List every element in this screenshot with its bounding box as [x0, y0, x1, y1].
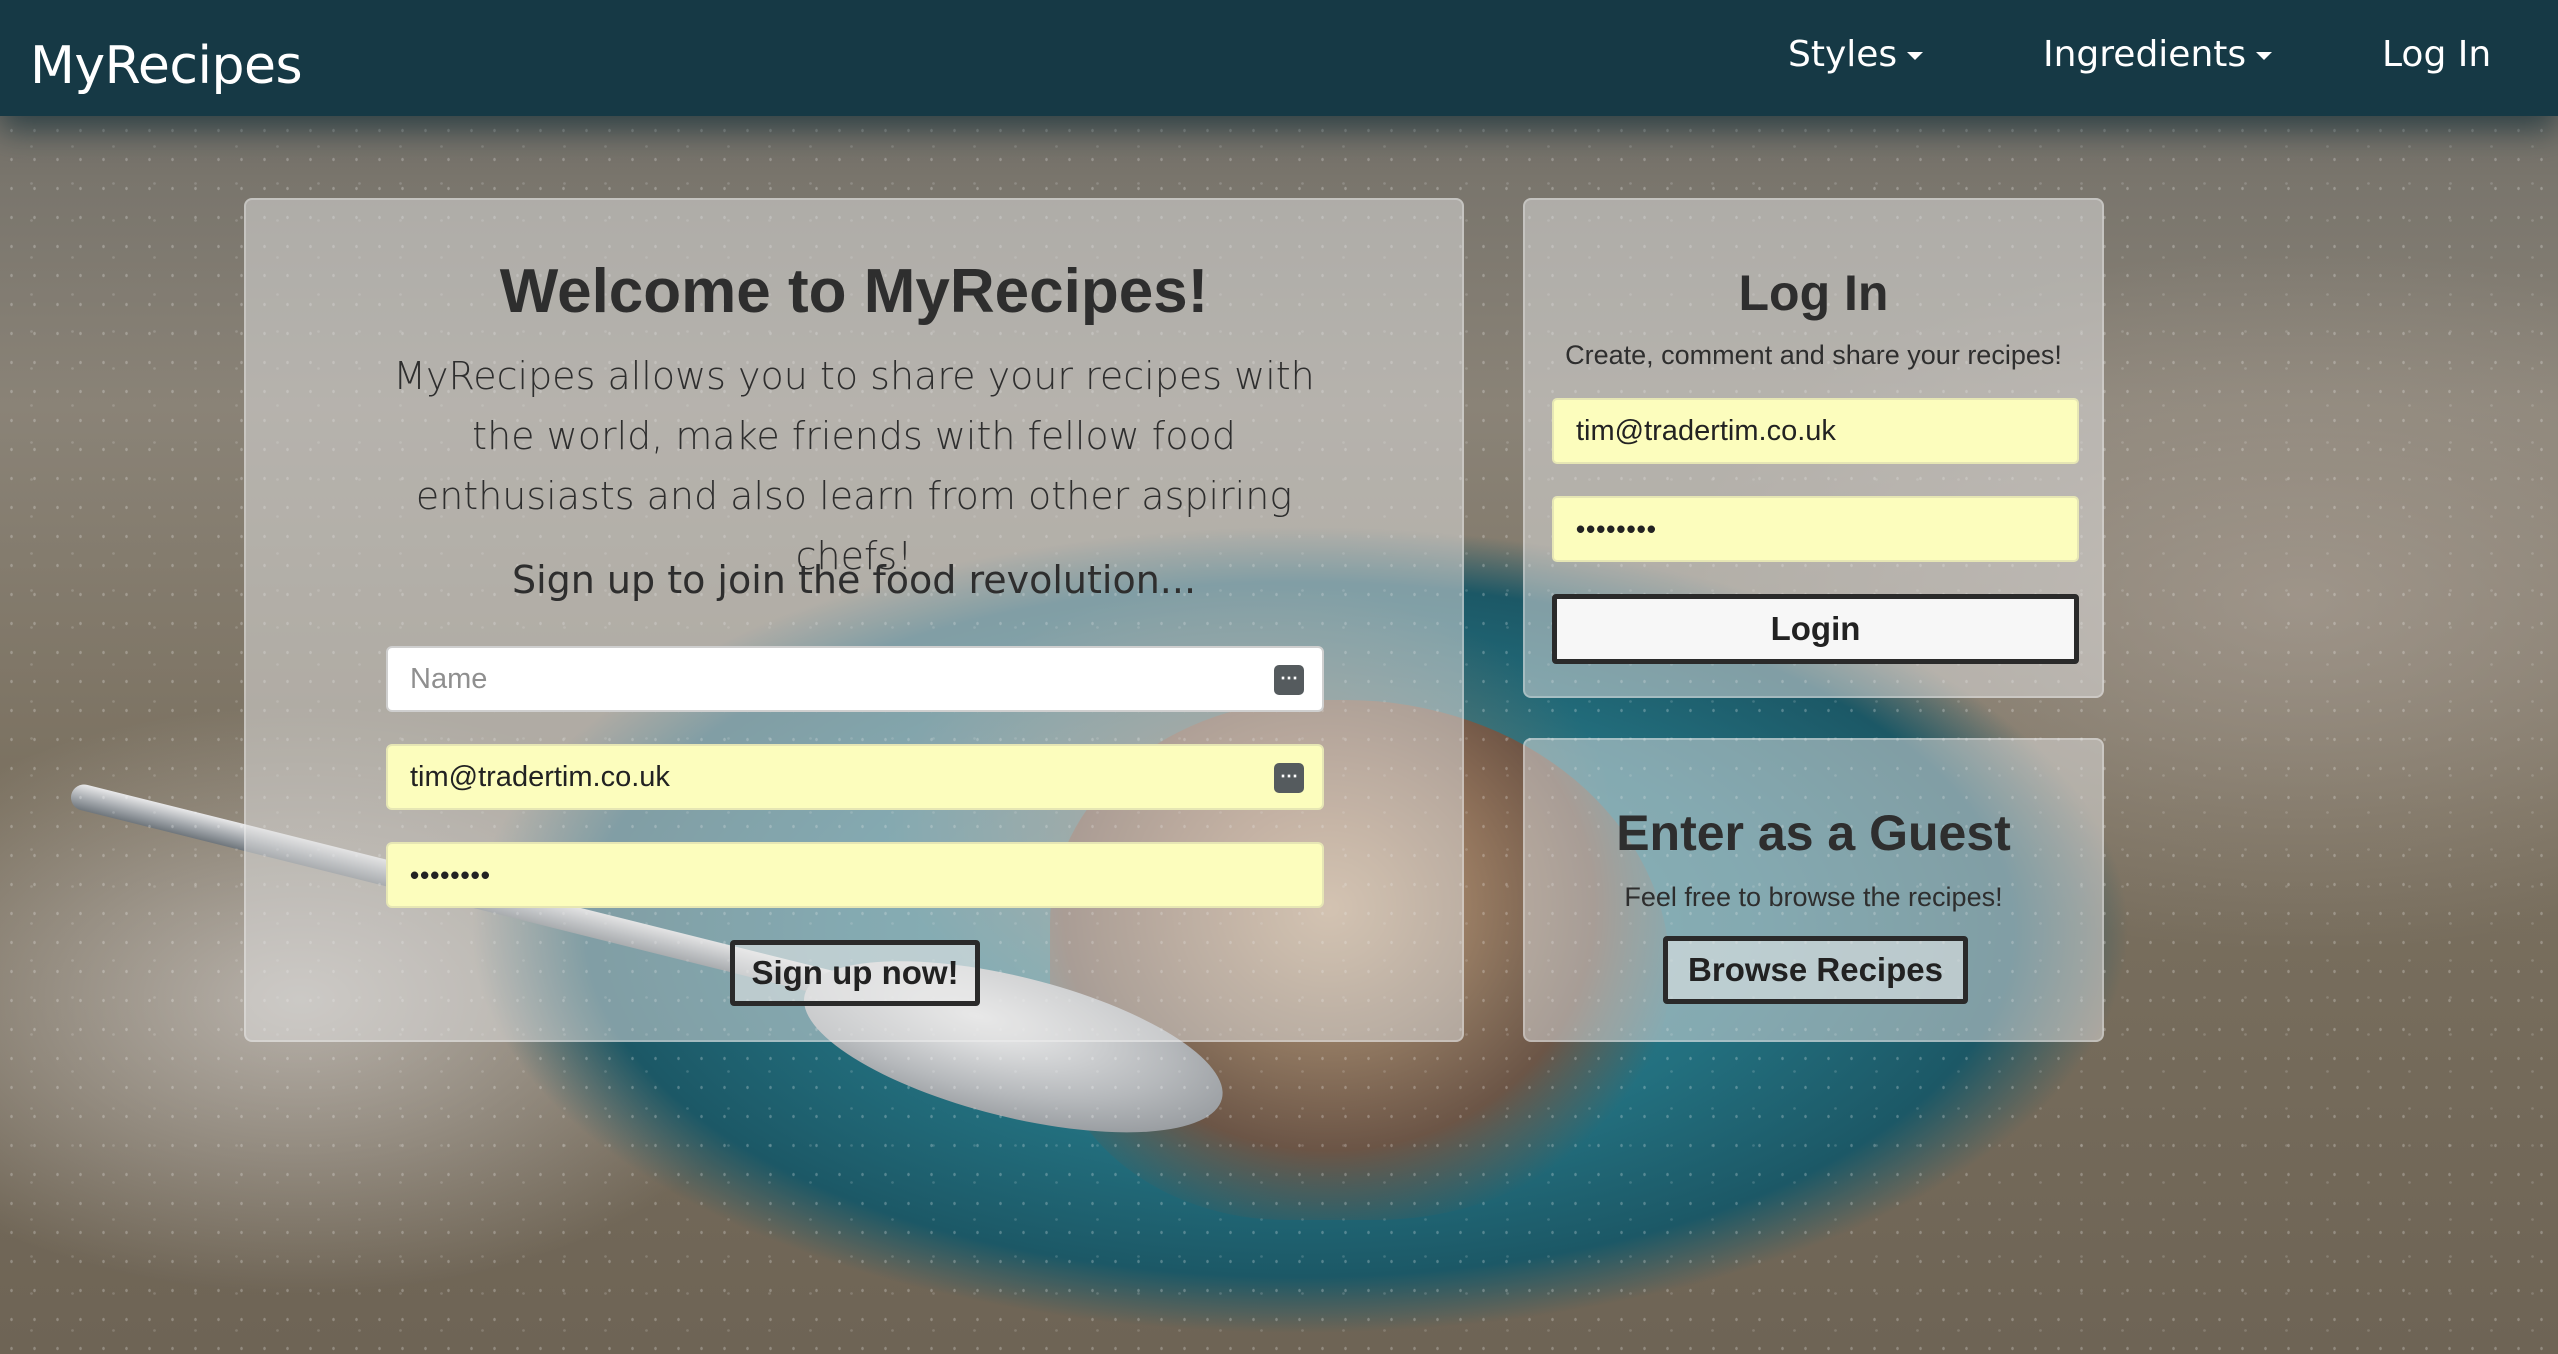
name-placeholder: Name — [410, 662, 488, 695]
nav-login-link[interactable]: Log In — [2382, 34, 2491, 75]
welcome-intro-text: MyRecipes allows you to share your recip… — [393, 354, 1315, 578]
guest-title: Enter as a Guest — [1616, 805, 2011, 861]
login-panel: Log In Create, comment and share your re… — [1523, 198, 2104, 698]
signup-email-input[interactable]: tim@tradertim.co.uk ⋯ — [386, 744, 1324, 810]
caret-down-icon — [1907, 52, 1924, 60]
login-button[interactable]: Login — [1552, 594, 2079, 664]
nav-ingredients-dropdown[interactable]: Ingredients — [2043, 34, 2273, 75]
caret-down-icon — [2256, 52, 2273, 60]
welcome-signup-panel: Welcome to MyRecipes! MyRecipes allows y… — [244, 198, 1464, 1042]
signup-button[interactable]: Sign up now! — [730, 940, 980, 1006]
top-navbar: MyRecipes Styles Ingredients Log In — [0, 0, 2558, 116]
guest-panel: Enter as a Guest Feel free to browse the… — [1523, 738, 2104, 1042]
nav-styles-label: Styles — [1788, 34, 1898, 75]
login-subtitle: Create, comment and share your recipes! — [1565, 340, 2062, 370]
login-password-value: •••••••• — [1576, 513, 1657, 544]
login-email-input[interactable]: tim@tradertim.co.uk — [1552, 398, 2079, 464]
signup-password-input[interactable]: •••••••• — [386, 842, 1324, 908]
nav-ingredients-label: Ingredients — [2043, 34, 2247, 75]
nav-styles-dropdown[interactable]: Styles — [1788, 34, 1924, 75]
brand-logo[interactable]: MyRecipes — [30, 36, 303, 96]
autofill-keys-icon[interactable]: ⋯ — [1274, 763, 1304, 793]
signup-prompt: Sign up to join the food revolution... — [511, 558, 1197, 602]
signup-name-input[interactable]: Name ⋯ — [386, 646, 1324, 712]
browse-recipes-button[interactable]: Browse Recipes — [1663, 936, 1968, 1004]
signup-email-value: tim@tradertim.co.uk — [410, 760, 670, 793]
signup-password-value: •••••••• — [410, 859, 491, 890]
login-password-input[interactable]: •••••••• — [1552, 496, 2079, 562]
login-email-value: tim@tradertim.co.uk — [1576, 414, 1836, 447]
guest-subtitle: Feel free to browse the recipes! — [1624, 882, 2003, 912]
welcome-title: Welcome to MyRecipes! — [499, 257, 1209, 326]
login-title: Log In — [1738, 265, 1889, 321]
password-manager-icon[interactable]: ⋯ — [1274, 665, 1304, 695]
